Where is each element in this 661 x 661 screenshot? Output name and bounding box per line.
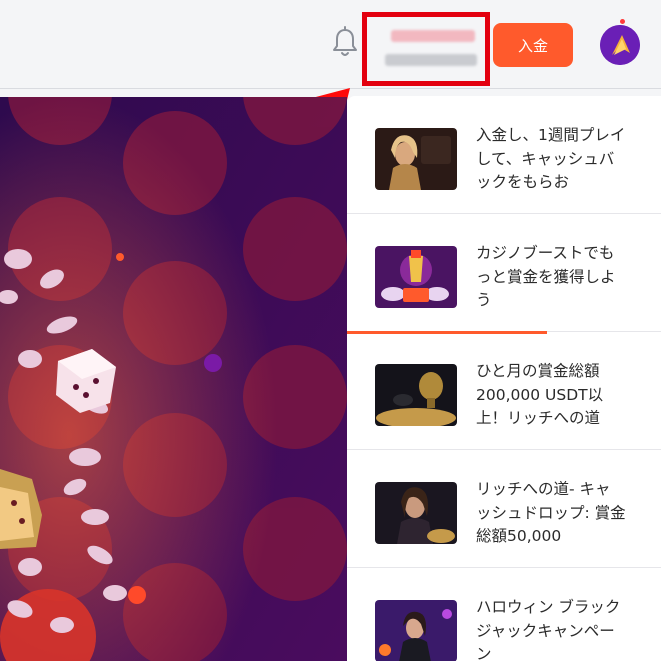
notification-dot [620, 19, 625, 24]
promo-item[interactable]: ひと月の賞金総額200,000 USDT以上！リッチへの道 [347, 332, 661, 450]
balance-display-highlighted[interactable] [362, 12, 490, 86]
promo-thumbnail [375, 128, 457, 190]
promo-item[interactable]: ハロウィン ブラックジャックキャンペーン [347, 568, 661, 661]
promo-thumbnail [375, 364, 457, 426]
promotions-dropdown-panel: 入金し、1週間プレイして、キャッシュバックをもらお カジノブーストでもっと賞金を… [347, 96, 661, 661]
promo-title: ハロウィン ブラックジャックキャンペーン [476, 598, 621, 661]
promo-item[interactable]: 入金し、1週間プレイして、キャッシュバックをもらお [347, 96, 661, 214]
promo-thumbnail [375, 246, 457, 308]
promo-title: 入金し、1週間プレイして、キャッシュバックをもらお [476, 126, 626, 191]
balance-currency-blurred [385, 54, 477, 66]
promo-thumbnail [375, 600, 457, 661]
balance-amount-blurred [391, 30, 475, 42]
promo-item[interactable]: リッチへの道- キャッシュドロップ: 賞金総額50,000 [347, 450, 661, 568]
banner-artwork [0, 97, 347, 661]
promo-item[interactable]: カジノブーストでもっと賞金を獲得しよう [347, 214, 661, 332]
promo-thumbnail [375, 482, 457, 544]
bell-icon[interactable] [331, 26, 359, 58]
deposit-button[interactable]: 入金 [493, 23, 573, 67]
user-avatar-icon[interactable] [600, 25, 640, 65]
promo-title: ひと月の賞金総額200,000 USDT以上！リッチへの道 [476, 362, 604, 427]
promo-title: リッチへの道- キャッシュドロップ: 賞金総額50,000 [476, 480, 626, 545]
promo-title: カジノブーストでもっと賞金を獲得しよう [476, 244, 616, 309]
promo-banner[interactable] [0, 97, 347, 661]
